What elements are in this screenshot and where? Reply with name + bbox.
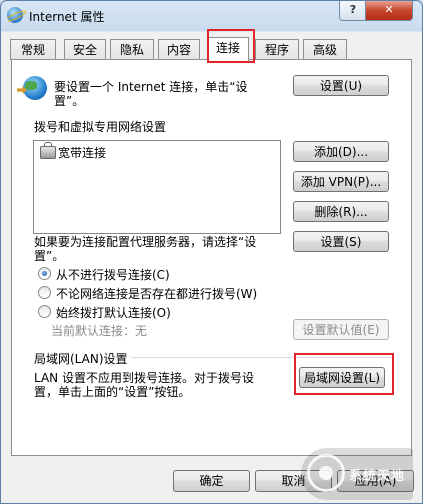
- proxy-text-line2: 置”。: [34, 249, 65, 263]
- close-button[interactable]: ✕: [365, 1, 413, 21]
- add-button[interactable]: 添加(D)...: [293, 141, 389, 162]
- internet-globe-icon: [23, 76, 47, 100]
- tab-advanced[interactable]: 高级: [303, 39, 347, 60]
- internet-explorer-icon: [7, 7, 23, 23]
- radio-never-dial-label[interactable]: 从不进行拨号连接(C): [56, 266, 170, 283]
- radio-never-dial[interactable]: [38, 267, 51, 280]
- tab-security[interactable]: 安全: [64, 39, 106, 60]
- tab-privacy[interactable]: 隐私: [110, 39, 154, 60]
- tab-general[interactable]: 常规: [10, 39, 56, 60]
- lan-text-line2: 置，单击上面的“设置”按钮。: [34, 385, 191, 399]
- cancel-button[interactable]: 取消: [255, 470, 332, 492]
- radio-always-dial-default-label[interactable]: 始终拨打默认连接(O): [56, 304, 171, 321]
- current-default-connection: 当前默认连接：无: [51, 324, 148, 338]
- lan-heading: 局域网(LAN)设置: [34, 352, 128, 366]
- lan-settings-button[interactable]: 局域网设置(L): [299, 367, 385, 388]
- radio-dial-whenever[interactable]: [38, 286, 51, 299]
- setup-text-line2: 置”。: [54, 94, 85, 108]
- proxy-text-line1: 如果要为连接配置代理服务器，请选择“设: [34, 235, 257, 249]
- proxy-settings-button[interactable]: 设置(S): [293, 231, 389, 252]
- tab-programs[interactable]: 程序: [255, 39, 299, 60]
- help-button[interactable]: ?: [339, 1, 367, 21]
- dialup-vpn-heading: 拨号和虚拟专用网络设置: [34, 120, 167, 134]
- close-icon: ✕: [384, 3, 394, 16]
- title-bar[interactable]: Internet 属性 ? ✕: [1, 1, 422, 31]
- lan-group-divider: [131, 357, 391, 358]
- connection-list[interactable]: 宽带连接: [33, 140, 281, 234]
- broadband-connection-icon: [40, 142, 56, 159]
- connection-name: 宽带连接: [58, 146, 107, 160]
- tab-content[interactable]: 内容: [158, 39, 200, 60]
- setup-button[interactable]: 设置(U): [293, 75, 389, 96]
- add-vpn-button[interactable]: 添加 VPN(P)...: [293, 171, 389, 192]
- list-item[interactable]: 宽带连接: [34, 141, 278, 161]
- tab-strip: 常规 安全 隐私 内容 连接 程序 高级: [1, 37, 422, 61]
- ok-button[interactable]: 确定: [173, 470, 250, 492]
- tab-connections[interactable]: 连接: [207, 37, 249, 61]
- delete-button[interactable]: 删除(R)...: [293, 201, 389, 222]
- apply-button[interactable]: 应用(A): [337, 470, 414, 492]
- window-title: Internet 属性: [29, 10, 105, 24]
- set-default-button[interactable]: 设置默认值(E): [293, 319, 389, 340]
- radio-always-dial-default[interactable]: [38, 305, 51, 318]
- radio-dial-whenever-label[interactable]: 不论网络连接是否存在都进行拨号(W): [56, 285, 257, 302]
- internet-properties-window: Internet 属性 ? ✕ 常规 安全 隐私 内容 连接 程序 高级 要设置…: [0, 0, 423, 504]
